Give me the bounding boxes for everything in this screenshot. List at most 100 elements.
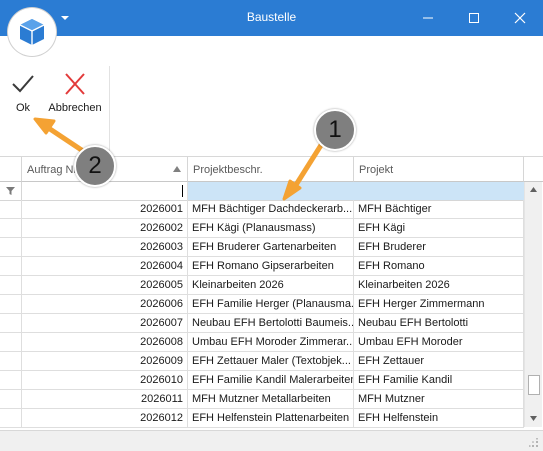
filter-row-indicator (0, 182, 22, 200)
maximize-button[interactable] (451, 0, 497, 36)
cell-projektbeschr[interactable]: EFH Familie Herger (Planausma... (188, 295, 354, 314)
close-icon (514, 12, 526, 24)
column-header-label: Projektbeschr. (193, 164, 263, 176)
ok-button-label: Ok (15, 102, 31, 114)
column-header-projektbeschr[interactable]: Projektbeschr. (188, 157, 354, 182)
cell-projekt[interactable]: EFH Bruderer (354, 238, 524, 257)
checkmark-icon (12, 75, 34, 93)
minimize-button[interactable] (405, 0, 451, 36)
cell-auftrag[interactable]: 2026007 (22, 314, 188, 333)
cell-projekt[interactable]: EFH Herger Zimmermann (354, 295, 524, 314)
row-indicator (0, 200, 22, 219)
table-row[interactable]: 2026001 MFH Bächtiger Dachdeckerarb... MFH… (0, 200, 527, 219)
scroll-down-icon[interactable] (530, 416, 537, 421)
text-cursor (182, 185, 183, 197)
minimize-icon (423, 17, 433, 19)
cell-projektbeschr[interactable]: EFH Romano Gipserarbeiten (188, 257, 354, 276)
cell-projektbeschr[interactable]: MFH Bächtiger Dachdeckerarb... (188, 200, 354, 219)
cell-projekt[interactable]: EFH Romano (354, 257, 524, 276)
row-indicator (0, 295, 22, 314)
column-header-label: Projekt (359, 164, 394, 176)
cell-auftrag[interactable]: 2026003 (22, 238, 188, 257)
cell-auftrag[interactable]: 2026002 (22, 219, 188, 238)
cell-projektbeschr[interactable]: EFH Helfenstein Plattenarbeiten (188, 409, 354, 428)
scroll-up-icon[interactable] (530, 187, 537, 192)
cross-icon (65, 73, 85, 95)
cell-projekt[interactable]: EFH Helfenstein (354, 409, 524, 428)
cell-projektbeschr[interactable]: Kleinarbeiten 2026 (188, 276, 354, 295)
row-indicator (0, 390, 22, 409)
cell-auftrag[interactable]: 2026001 (22, 200, 188, 219)
ribbon-separator (109, 66, 110, 152)
cell-projektbeschr[interactable]: EFH Zettauer Maler (Textobjek... (188, 352, 354, 371)
cell-projektbeschr[interactable]: EFH Kägi (Planausmass) (188, 219, 354, 238)
filter-cell-auftrag[interactable] (22, 182, 188, 200)
data-grid: Auftrag Nr Projektbeschr. Projekt 202600… (0, 157, 543, 430)
cancel-button[interactable]: Abbrechen (46, 72, 104, 114)
table-row[interactable]: 2026012 EFH Helfenstein Plattenarbeiten EF… (0, 409, 527, 428)
status-bar (0, 430, 543, 451)
column-header-label: Auftrag Nr (27, 164, 78, 176)
row-indicator (0, 238, 22, 257)
cell-projekt[interactable]: EFH Zettauer (354, 352, 524, 371)
cell-projektbeschr[interactable]: EFH Familie Kandil Malerarbeiten (188, 371, 354, 390)
cell-auftrag[interactable]: 2026010 (22, 371, 188, 390)
cell-projektbeschr[interactable]: EFH Bruderer Gartenarbeiten (188, 238, 354, 257)
row-indicator-header (0, 157, 22, 182)
cell-projektbeschr[interactable]: Neubau EFH Bertolotti Baumeis... (188, 314, 354, 333)
table-row[interactable]: 2026008 Umbau EFH Moroder Zimmerar... Umba… (0, 333, 527, 352)
cell-projekt[interactable]: Kleinarbeiten 2026 (354, 276, 524, 295)
header-scroll-corner (524, 157, 543, 182)
table-row[interactable]: 2026010 EFH Familie Kandil Malerarbeiten E… (0, 371, 527, 390)
filter-cell-highlight[interactable] (188, 182, 524, 200)
row-indicator (0, 371, 22, 390)
cell-auftrag[interactable]: 2026006 (22, 295, 188, 314)
cell-auftrag[interactable]: 2026011 (22, 390, 188, 409)
row-indicator (0, 219, 22, 238)
row-indicator (0, 276, 22, 295)
cell-projekt[interactable]: Neubau EFH Bertolotti (354, 314, 524, 333)
callout-badge-1: 1 (314, 109, 356, 151)
close-button[interactable] (497, 0, 543, 36)
table-row[interactable]: 2026003 EFH Bruderer Gartenarbeiten EFH Br… (0, 238, 527, 257)
ribbon: Ok Abbrechen (0, 36, 543, 157)
table-row[interactable]: 2026002 EFH Kägi (Planausmass) EFH Kägi (0, 219, 527, 238)
cell-auftrag[interactable]: 2026012 (22, 409, 188, 428)
cell-projektbeschr[interactable]: MFH Mutzner Metallarbeiten (188, 390, 354, 409)
table-row[interactable]: 2026009 EFH Zettauer Maler (Textobjek... E… (0, 352, 527, 371)
filter-row (0, 182, 527, 201)
cell-projekt[interactable]: MFH Mutzner (354, 390, 524, 409)
row-indicator (0, 314, 22, 333)
title-bar: Baustelle (0, 0, 543, 36)
cell-projekt[interactable]: EFH Kägi (354, 219, 524, 238)
cell-auftrag[interactable]: 2026009 (22, 352, 188, 371)
table-row[interactable]: 2026005 Kleinarbeiten 2026 Kleinarbeiten 2… (0, 276, 527, 295)
cell-projekt[interactable]: Umbau EFH Moroder (354, 333, 524, 352)
resize-grip-icon[interactable] (529, 438, 539, 448)
filter-icon (6, 187, 15, 195)
row-indicator (0, 257, 22, 276)
row-indicator (0, 409, 22, 428)
scrollbar-thumb[interactable] (528, 375, 540, 395)
cell-auftrag[interactable]: 2026005 (22, 276, 188, 295)
callout-badge-2: 2 (74, 145, 116, 187)
cell-auftrag[interactable]: 2026004 (22, 257, 188, 276)
sort-ascending-icon (173, 166, 181, 172)
cell-projekt[interactable]: MFH Bächtiger (354, 200, 524, 219)
cell-auftrag[interactable]: 2026008 (22, 333, 188, 352)
column-header-projekt[interactable]: Projekt (354, 157, 524, 182)
table-row[interactable]: 2026011 MFH Mutzner Metallarbeiten MFH Mut… (0, 390, 527, 409)
cancel-button-label: Abbrechen (48, 102, 102, 114)
app-menu-button[interactable] (8, 8, 56, 56)
cell-projektbeschr[interactable]: Umbau EFH Moroder Zimmerar... (188, 333, 354, 352)
app-cube-icon (19, 19, 45, 45)
cell-projekt[interactable]: EFH Familie Kandil (354, 371, 524, 390)
ok-button[interactable]: Ok (10, 72, 36, 114)
table-row[interactable]: 2026004 EFH Romano Gipserarbeiten EFH Roma… (0, 257, 527, 276)
maximize-icon (469, 13, 479, 23)
vertical-scrollbar[interactable] (524, 182, 542, 427)
row-indicator (0, 333, 22, 352)
table-row[interactable]: 2026006 EFH Familie Herger (Planausma... E… (0, 295, 527, 314)
row-indicator (0, 352, 22, 371)
table-row[interactable]: 2026007 Neubau EFH Bertolotti Baumeis... N… (0, 314, 527, 333)
